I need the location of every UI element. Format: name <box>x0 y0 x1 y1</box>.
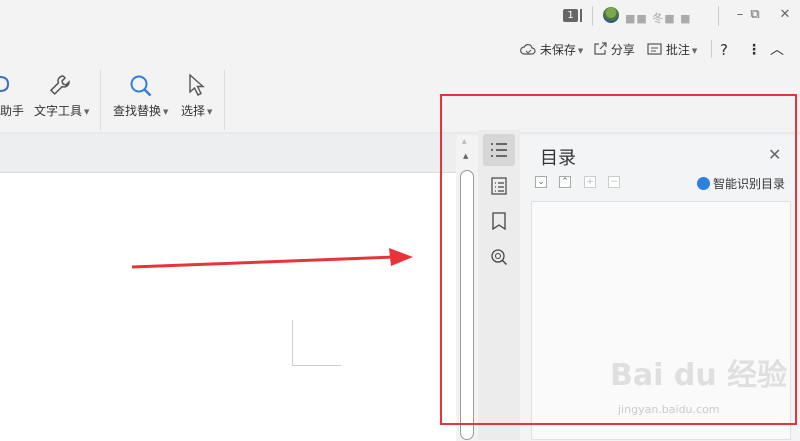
divider <box>100 70 101 130</box>
caret-down-icon: ▼ <box>207 107 213 116</box>
find-replace-label: 查找替换 <box>113 104 162 118</box>
assistant-button[interactable]: 助手 <box>0 102 24 119</box>
divider <box>718 6 719 26</box>
tab-count-bar <box>580 9 582 22</box>
comment-icon <box>647 43 662 55</box>
highlight-rectangle <box>440 94 797 425</box>
text-tools-button[interactable]: 文字工具 ▼ <box>34 102 89 119</box>
divider <box>592 6 593 26</box>
caret-down-icon: ▼ <box>84 107 90 116</box>
close-window-button[interactable]: ✕ <box>774 5 796 25</box>
cloud-icon <box>520 44 536 55</box>
assistant-icon <box>0 74 12 100</box>
caret-down-icon: ▼ <box>577 46 584 55</box>
share-label: 分享 <box>610 43 635 57</box>
text-tools-label: 文字工具 <box>34 104 83 118</box>
unsaved-button[interactable]: 未保存 ▼ <box>520 42 583 58</box>
select-label: 选择 <box>181 104 206 118</box>
page-margin-marker <box>292 320 293 366</box>
username[interactable]: ■■ 冬■ ■ <box>625 10 692 25</box>
cursor-icon <box>187 73 207 101</box>
unsaved-label: 未保存 <box>539 43 576 57</box>
avatar[interactable] <box>603 7 619 23</box>
caret-down-icon: ▼ <box>691 46 698 55</box>
share-icon <box>594 42 607 55</box>
restore-button[interactable]: ⧉ <box>744 5 766 25</box>
divider <box>224 70 225 130</box>
share-button[interactable]: 分享 <box>593 42 635 58</box>
tab-count-badge[interactable]: 1 <box>563 9 578 22</box>
red-arrow-icon <box>131 248 413 269</box>
wrench-icon <box>48 73 72 101</box>
find-icon <box>128 73 154 103</box>
help-button[interactable]: ? <box>720 42 728 58</box>
comment-label: 批注 <box>665 43 690 57</box>
find-replace-button[interactable]: 查找替换 ▼ <box>113 102 168 119</box>
page-margin-marker <box>292 365 341 366</box>
more-options-button[interactable]: ⋮ <box>747 42 761 58</box>
collapse-ribbon-button[interactable]: ︿ <box>770 42 784 58</box>
select-button[interactable]: 选择 ▼ <box>181 102 212 119</box>
divider <box>711 40 712 58</box>
comment-button[interactable]: 批注 ▼ <box>647 42 697 58</box>
caret-down-icon: ▼ <box>163 107 169 116</box>
document-page[interactable] <box>0 172 456 441</box>
